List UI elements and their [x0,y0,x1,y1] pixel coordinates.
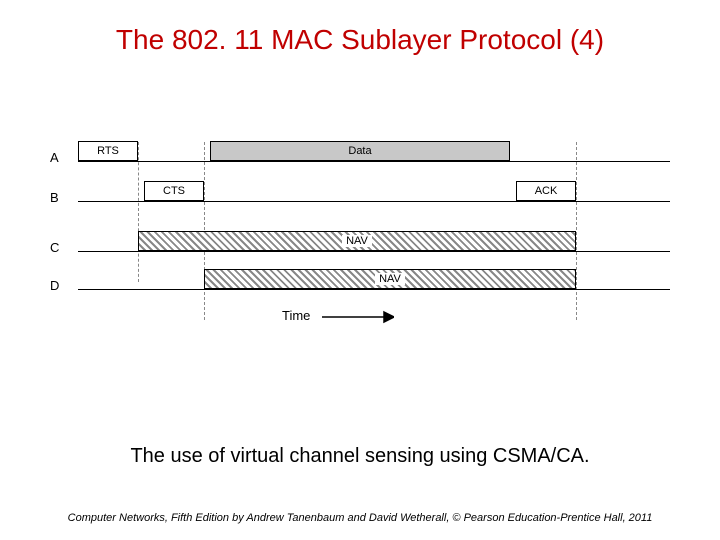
timing-diagram: A RTS Data B CTS ACK C NAV D NAV Time [50,140,670,360]
timeline-a: RTS Data [78,140,670,162]
nav-c: NAV [138,231,576,251]
row-label-c: C [50,240,68,255]
figure-caption: The use of virtual channel sensing using… [0,445,720,468]
row-label-d: D [50,278,68,293]
frame-cts-label: CTS [163,185,185,197]
frame-rts-label: RTS [97,145,119,157]
row-label-a: A [50,150,68,165]
timeline-d: NAV [78,268,670,290]
frame-cts: CTS [144,181,204,201]
frame-ack: ACK [516,181,576,201]
frame-rts: RTS [78,141,138,161]
page-title: The 802. 11 MAC Sublayer Protocol (4) [0,0,720,56]
timeline-b: CTS ACK [78,180,670,202]
guide-rts-end [138,142,139,282]
nav-d-label: NAV [375,273,405,285]
frame-ack-label: ACK [535,185,558,197]
timeline-c: NAV [78,230,670,252]
frame-data: Data [210,141,510,161]
time-label: Time [282,308,310,323]
row-label-b: B [50,190,68,205]
frame-data-label: Data [348,145,371,157]
nav-c-label: NAV [342,235,372,247]
time-arrow-icon [322,310,394,324]
nav-d: NAV [204,269,576,289]
footer-credit: Computer Networks, Fifth Edition by Andr… [0,512,720,524]
